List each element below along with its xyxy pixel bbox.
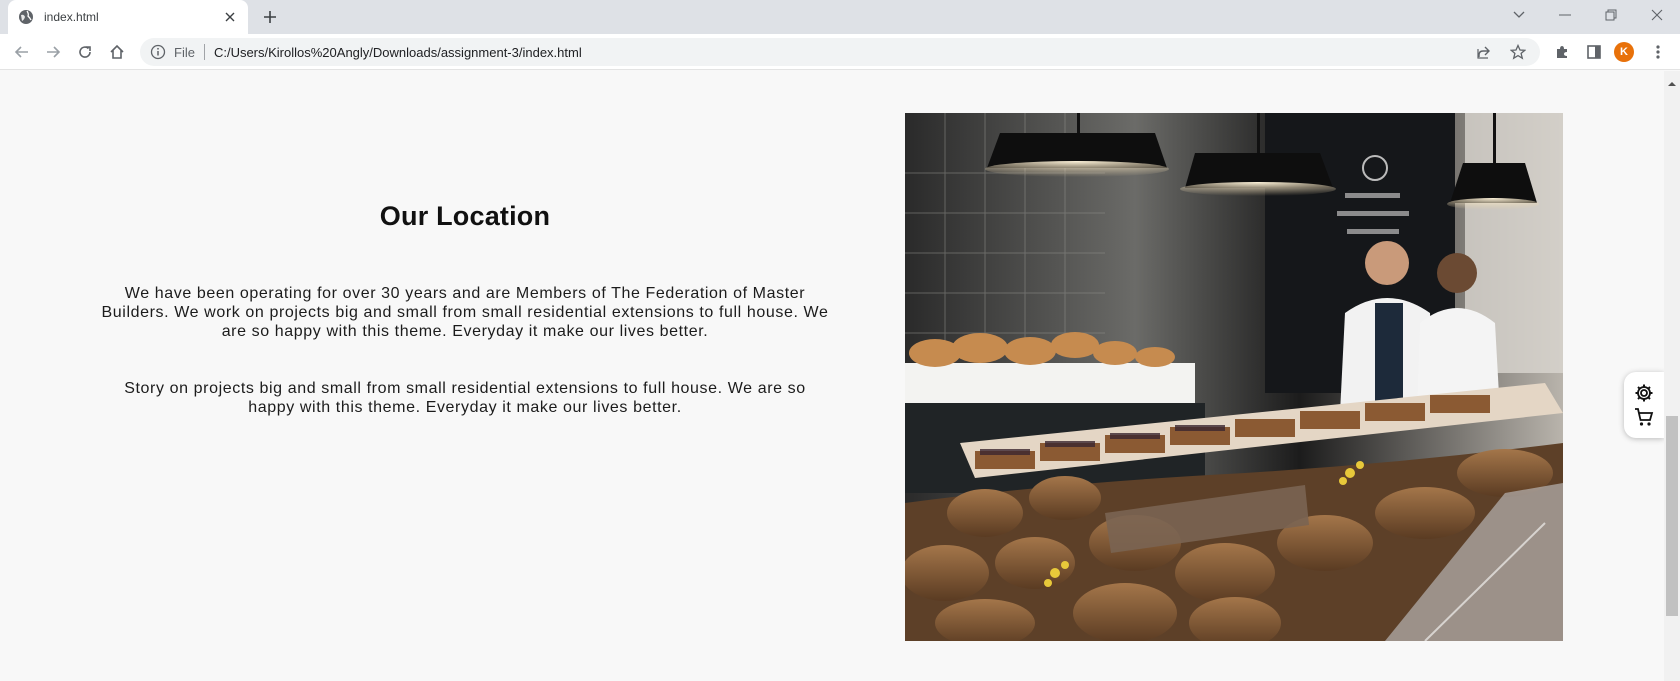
back-arrow-icon[interactable] xyxy=(10,40,34,64)
location-title: Our Location xyxy=(379,201,551,231)
location-paragraph-2: Story on projects big and small from sma… xyxy=(124,380,806,416)
new-tab-button[interactable] xyxy=(258,7,282,27)
close-tab-icon[interactable] xyxy=(222,9,238,25)
page-scrollbar[interactable] xyxy=(1664,71,1680,681)
floating-widget xyxy=(1624,372,1664,438)
info-icon[interactable] xyxy=(150,44,166,60)
url-text[interactable]: C:/Users/Kirollos%20Angly/Downloads/assi… xyxy=(214,45,582,60)
location-paragraph-1: We have been operating for over 30 years… xyxy=(101,285,829,340)
scroll-thumb[interactable] xyxy=(1666,416,1678,616)
menu-kebab-icon[interactable] xyxy=(1646,40,1670,64)
restore-icon[interactable] xyxy=(1588,0,1634,30)
forward-arrow-icon[interactable] xyxy=(41,40,65,64)
reload-icon[interactable] xyxy=(73,40,97,64)
minimize-icon[interactable] xyxy=(1542,0,1588,30)
tab-search-icon[interactable] xyxy=(1496,0,1542,30)
address-bar[interactable]: File C:/Users/Kirollos%20Angly/Downloads… xyxy=(140,38,1540,66)
scroll-up-arrow-icon[interactable] xyxy=(1668,75,1676,86)
profile-avatar[interactable]: K xyxy=(1614,42,1634,62)
bookmark-star-icon[interactable] xyxy=(1508,42,1528,62)
window-controls xyxy=(1496,0,1680,30)
bakery-photo xyxy=(905,113,1563,641)
divider xyxy=(203,44,205,60)
browser-toolbar: File C:/Users/Kirollos%20Angly/Downloads… xyxy=(0,34,1680,70)
home-icon[interactable] xyxy=(105,40,129,64)
tab-title: index.html xyxy=(44,10,99,24)
extensions-puzzle-icon[interactable] xyxy=(1550,40,1574,64)
location-section: Our Location We have been operating for … xyxy=(100,201,830,417)
close-window-icon[interactable] xyxy=(1634,0,1680,30)
tab-strip: index.html xyxy=(0,0,1680,34)
side-panel-icon[interactable] xyxy=(1582,40,1606,64)
globe-icon xyxy=(18,9,34,25)
share-icon[interactable] xyxy=(1474,42,1494,62)
settings-gear-icon[interactable] xyxy=(1634,383,1654,403)
scheme-label: File xyxy=(174,44,195,60)
shopping-cart-icon[interactable] xyxy=(1634,407,1654,427)
browser-tab[interactable]: index.html xyxy=(8,0,248,34)
page-viewport: Our Location We have been operating for … xyxy=(0,71,1664,681)
